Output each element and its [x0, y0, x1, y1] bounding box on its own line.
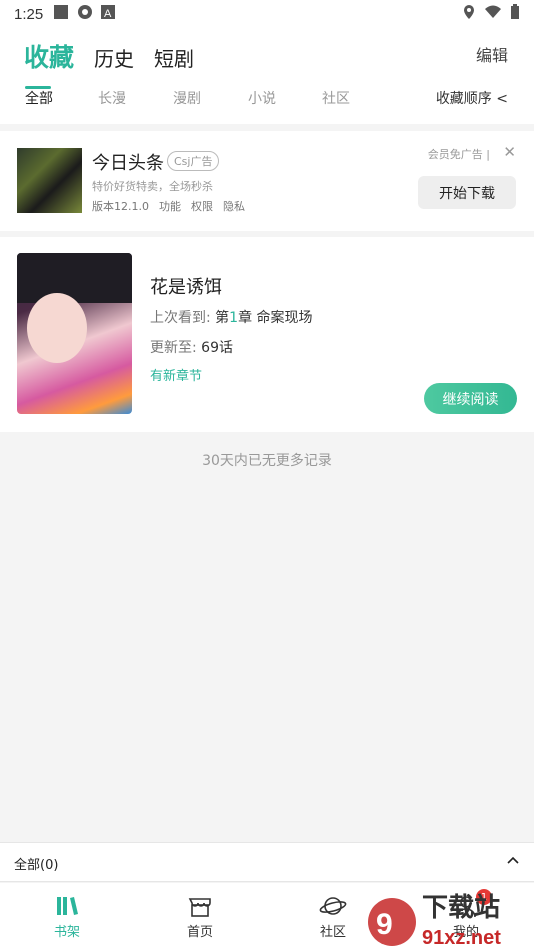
subtab-comic-drama[interactable]: 漫剧 [173, 88, 201, 108]
update-line: 更新至: 69话 [150, 337, 233, 357]
update-prefix: 更新至: [150, 340, 202, 356]
update-value: 69话 [201, 340, 233, 356]
new-chapter-label: 有新章节 [150, 369, 203, 384]
close-icon[interactable]: ✕ [503, 143, 516, 161]
subtab-novel[interactable]: 小说 [248, 88, 276, 108]
cover-hair-shape [17, 253, 132, 303]
edit-button[interactable]: 编辑 [476, 42, 508, 66]
watermark-logo: 9 下载站 91xz.net [368, 892, 501, 949]
filter-label: 全部(0) [14, 858, 59, 873]
main-tabs: 收藏 历史 短剧 [24, 38, 194, 74]
ad-badge: Csj广告 [167, 151, 220, 171]
wifi-icon [484, 5, 502, 23]
ad-version: 版本12.1.0 [92, 200, 149, 213]
ad-meta: 版本12.1.0 功能 权限 隐私 [92, 198, 245, 214]
nav-bookshelf[interactable]: 书架 [17, 883, 117, 950]
tab-favorites[interactable]: 收藏 [24, 38, 74, 74]
battery-icon [510, 4, 520, 24]
vip-no-ads-link[interactable]: 会员免广告 | [428, 146, 490, 162]
notification-square-icon [53, 4, 69, 24]
book-card[interactable]: 花是诱饵 上次看到: 第1章 命案现场 更新至: 69话 有新章节 继续阅读 [0, 237, 534, 432]
ad-description: 特价好货特卖，全场秒杀 [92, 180, 213, 193]
last-read-prefix: 上次看到: [150, 310, 216, 326]
shutter-icon [77, 4, 93, 24]
start-download-button[interactable]: 开始下载 [418, 176, 516, 209]
ad-card[interactable]: 今日头条 Csj广告 特价好货特卖，全场秒杀 版本12.1.0 功能 权限 隐私… [0, 131, 534, 231]
ad-thumbnail [17, 148, 82, 213]
ad-link-function[interactable]: 功能 [159, 198, 181, 214]
font-a-icon: A [101, 5, 116, 23]
last-read-line: 上次看到: 第1章 命案现场 [150, 307, 313, 327]
status-bar: 1:25 A [0, 0, 534, 28]
nav-home[interactable]: 首页 [150, 883, 250, 950]
last-read-chapter-name: 章 命案现场 [238, 310, 313, 326]
subtab-community[interactable]: 社区 [322, 88, 350, 108]
active-tab-indicator [25, 86, 51, 89]
bookshelf-icon [57, 897, 78, 915]
ad-link-permission[interactable]: 权限 [191, 198, 213, 214]
svg-text:下载站: 下载站 [422, 892, 500, 922]
tab-history[interactable]: 历史 [94, 43, 134, 72]
cover-face-shape [27, 293, 87, 363]
last-read-di: 第 [215, 310, 230, 326]
planet-icon [319, 897, 347, 915]
status-time: 1:25 [14, 5, 44, 23]
svg-text:91xz.net: 91xz.net [422, 927, 501, 949]
book-cover[interactable] [17, 253, 132, 414]
location-icon [462, 4, 476, 24]
nav-label-home: 首页 [186, 925, 213, 940]
svg-text:A: A [104, 8, 112, 19]
ad-title: 今日头条 [92, 153, 164, 174]
continue-reading-button[interactable]: 继续阅读 [424, 383, 517, 414]
home-store-icon [188, 898, 211, 917]
no-more-records: 30天内已无更多记录 [202, 453, 332, 469]
nav-label-bookshelf: 书架 [53, 925, 80, 940]
subtab-all[interactable]: 全部 [25, 88, 53, 108]
sub-tabs: 全部 长漫 漫剧 小说 社区 收藏顺序 < [0, 86, 534, 116]
subtab-long-comic[interactable]: 长漫 [98, 88, 126, 108]
svg-text:9: 9 [376, 908, 393, 941]
chevron-up-icon[interactable] [506, 854, 520, 869]
tab-short-drama[interactable]: 短剧 [154, 43, 194, 72]
sort-order-button[interactable]: 收藏顺序 < [436, 88, 508, 108]
book-title: 花是诱饵 [150, 277, 222, 298]
header: 收藏 历史 短剧 编辑 全部 长漫 漫剧 小说 社区 收藏顺序 < [0, 28, 534, 124]
ad-link-privacy[interactable]: 隐私 [223, 198, 245, 214]
filter-bar[interactable]: 全部(0) [0, 842, 534, 882]
last-read-chapter-number: 1 [229, 310, 239, 326]
